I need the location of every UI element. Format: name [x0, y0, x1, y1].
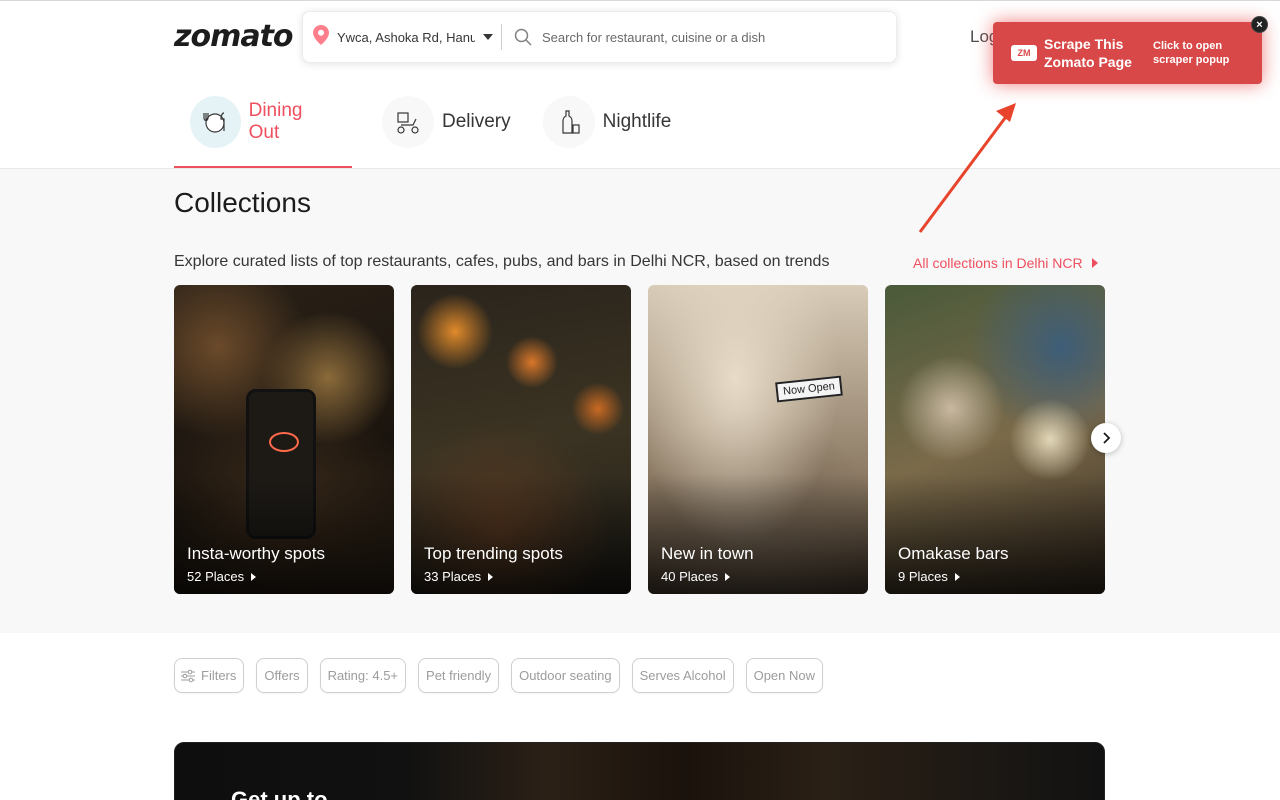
- search-input[interactable]: [542, 29, 872, 45]
- filter-chip-offers[interactable]: Offers: [256, 658, 308, 693]
- filter-chip-serves-alcohol[interactable]: Serves Alcohol: [631, 658, 734, 693]
- location-selector[interactable]: Ywca, Ashoka Rd, Hanuman: [303, 12, 501, 62]
- scraper-extension-button[interactable]: ZM Scrape This Zomato Page Click to open…: [993, 22, 1262, 84]
- card-count-label: 40 Places: [661, 569, 719, 584]
- zomato-logo[interactable]: zomato: [174, 19, 294, 54]
- close-icon[interactable]: ×: [1251, 16, 1268, 33]
- collection-card[interactable]: Now Open New in town 40 Places: [648, 285, 868, 594]
- card-title: Top trending spots: [424, 544, 563, 563]
- card-count: 52 Places: [187, 569, 257, 584]
- extension-subtitle: Click to open scraper popup: [1153, 40, 1230, 66]
- now-open-sign: Now Open: [775, 375, 843, 403]
- filters-label: Filters: [201, 668, 237, 683]
- collections-subtitle: Explore curated lists of top restaurants…: [174, 253, 830, 270]
- filter-chip-open-now[interactable]: Open Now: [745, 658, 824, 693]
- collection-cards: Insta-worthy spots 52 Places Top trendin…: [174, 285, 1105, 594]
- chevron-right-icon: [1103, 432, 1111, 444]
- tab-label: Nightlife: [602, 111, 672, 132]
- tab-dining-out[interactable]: Dining Out: [174, 89, 352, 168]
- search-divider: [501, 24, 502, 50]
- dining-icon: [190, 96, 241, 148]
- tab-nightlife[interactable]: Nightlife: [527, 89, 688, 155]
- all-collections-link[interactable]: All collections in Delhi NCR: [913, 255, 1098, 271]
- category-tabs: Dining Out Delivery Nightlife: [174, 89, 687, 169]
- location-text: Ywca, Ashoka Rd, Hanuman: [337, 29, 475, 45]
- card-count: 33 Places: [424, 569, 494, 584]
- filter-chip-outdoor-seating[interactable]: Outdoor seating: [511, 658, 620, 693]
- extension-badge: ZM: [1011, 45, 1037, 61]
- caret-right-icon: [488, 572, 494, 581]
- neon-sign-icon: [269, 432, 299, 452]
- promo-banner[interactable]: Get up to: [174, 742, 1105, 800]
- all-collections-label: All collections in Delhi NCR: [913, 255, 1083, 271]
- search-icon: [514, 28, 532, 46]
- filter-chip-pet-friendly[interactable]: Pet friendly: [418, 658, 500, 693]
- tab-label: Dining Out: [248, 100, 303, 143]
- tab-delivery[interactable]: Delivery: [352, 89, 527, 155]
- sliders-icon: [181, 669, 195, 682]
- banner-text: Get up to: [231, 787, 328, 800]
- extension-title: Scrape This Zomato Page: [1044, 36, 1132, 70]
- filter-chips: Filters Offers Rating: 4.5+ Pet friendly…: [174, 658, 824, 693]
- collection-card[interactable]: Omakase bars 9 Places: [885, 285, 1105, 594]
- card-count-label: 52 Places: [187, 569, 245, 584]
- collection-card[interactable]: Insta-worthy spots 52 Places: [174, 285, 394, 594]
- card-count-label: 9 Places: [898, 569, 948, 584]
- search-bar: Ywca, Ashoka Rd, Hanuman: [302, 11, 897, 63]
- location-pin-icon: [313, 24, 329, 50]
- filters-button[interactable]: Filters: [174, 658, 245, 693]
- caret-right-icon: [954, 572, 960, 581]
- filter-chip-rating[interactable]: Rating: 4.5+: [319, 658, 407, 693]
- caret-right-icon: [725, 572, 731, 581]
- card-count: 9 Places: [898, 569, 960, 584]
- card-title: New in town: [661, 544, 754, 563]
- delivery-scooter-icon: [382, 96, 434, 148]
- card-title: Omakase bars: [898, 544, 1009, 563]
- chevron-down-icon[interactable]: [483, 34, 493, 40]
- tab-label: Delivery: [442, 111, 511, 132]
- collections-title: Collections: [174, 187, 311, 218]
- card-count-label: 33 Places: [424, 569, 482, 584]
- caret-right-icon: [1091, 258, 1098, 268]
- nightlife-bottle-icon: [542, 96, 595, 148]
- collection-card[interactable]: Top trending spots 33 Places: [411, 285, 631, 594]
- collections-section: Collections Explore curated lists of top…: [0, 168, 1280, 633]
- card-count: 40 Places: [661, 569, 731, 584]
- caret-right-icon: [251, 572, 257, 581]
- carousel-next-button[interactable]: [1091, 423, 1121, 453]
- card-title: Insta-worthy spots: [187, 544, 325, 563]
